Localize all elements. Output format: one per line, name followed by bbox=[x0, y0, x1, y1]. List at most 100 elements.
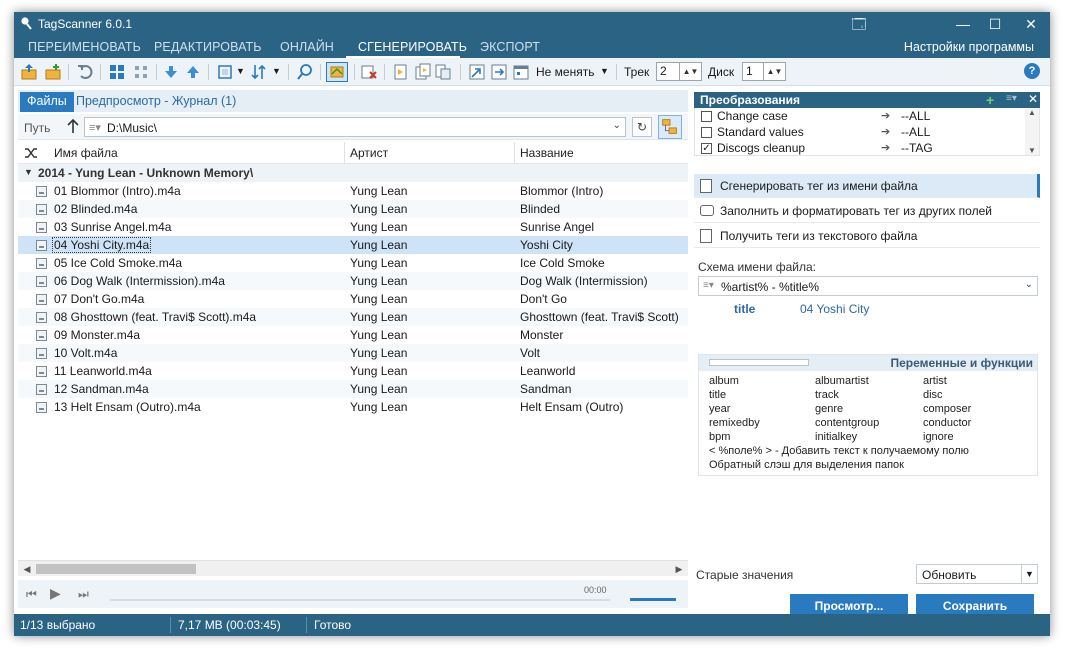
snap-icon[interactable]: 🗔 bbox=[844, 14, 874, 34]
next-icon[interactable]: ⏭ bbox=[78, 587, 89, 602]
action-tags-from-textfile[interactable]: Получить теги из текстового файла bbox=[694, 224, 1040, 248]
converter-checkbox[interactable] bbox=[701, 127, 712, 138]
table-row[interactable]: 02 Blinded.m4a Yung Lean Blinded bbox=[18, 200, 688, 218]
column-title[interactable]: Название bbox=[520, 146, 574, 160]
chevron-down-icon[interactable]: ▼ bbox=[1021, 565, 1037, 583]
generate-tag-active-icon[interactable] bbox=[326, 62, 348, 82]
column-divider[interactable] bbox=[514, 142, 515, 164]
shuffle-icon[interactable] bbox=[24, 146, 38, 160]
settings-link[interactable]: Настройки программы bbox=[904, 40, 1034, 54]
open-folder-up-icon[interactable] bbox=[20, 63, 38, 81]
table-row[interactable]: 09 Monster.m4a Yung Lean Monster bbox=[18, 326, 688, 344]
refresh-button[interactable]: ↻ bbox=[632, 117, 652, 137]
move-up-icon[interactable] bbox=[184, 63, 202, 81]
tag-copy-icon[interactable] bbox=[414, 63, 432, 81]
scroll-up-icon[interactable]: ▲ bbox=[1025, 108, 1039, 117]
move-down-icon[interactable] bbox=[162, 63, 180, 81]
converter-item[interactable]: Standard values ➔ --ALL bbox=[695, 124, 1025, 140]
converter-checkbox[interactable]: ✓ bbox=[701, 143, 712, 154]
caret-down-icon[interactable]: ▼ bbox=[24, 167, 33, 177]
grid-small-icon[interactable] bbox=[132, 63, 150, 81]
grid-large-icon[interactable] bbox=[108, 63, 126, 81]
variable-item[interactable]: disc bbox=[923, 389, 943, 401]
variable-item[interactable]: genre bbox=[815, 403, 843, 415]
scroll-left-icon[interactable]: ◀ bbox=[20, 562, 34, 576]
menu-export[interactable]: ЭКСПОРТ bbox=[480, 40, 540, 54]
tag-file-icon[interactable] bbox=[392, 63, 410, 81]
disc-spinner[interactable]: 1 ▲▼ bbox=[742, 62, 786, 81]
table-row[interactable]: 10 Volt.m4a Yung Lean Volt bbox=[18, 344, 688, 362]
horizontal-scrollbar[interactable]: ◀ ▶ bbox=[18, 560, 688, 576]
column-artist[interactable]: Артист bbox=[350, 146, 388, 160]
converters-scrollbar[interactable]: ▲ ▼ bbox=[1025, 108, 1039, 155]
variable-item[interactable]: year bbox=[709, 403, 730, 415]
tab-files[interactable]: Файлы bbox=[20, 92, 74, 112]
menu-icon[interactable]: ≡▾ bbox=[1006, 93, 1017, 104]
folder-tree-button[interactable] bbox=[658, 115, 682, 139]
scroll-right-icon[interactable]: ▶ bbox=[672, 562, 686, 576]
folder-group-row[interactable]: ▼ 2014 - Yung Lean - Unknown Memory\ bbox=[18, 164, 688, 182]
scroll-down-icon[interactable]: ▼ bbox=[1025, 146, 1039, 155]
sort-icon[interactable] bbox=[250, 63, 268, 81]
variable-item[interactable]: track bbox=[815, 389, 839, 401]
table-row[interactable]: 11 Leanworld.m4a Yung Lean Leanworld bbox=[18, 362, 688, 380]
column-divider[interactable] bbox=[344, 142, 345, 164]
menu-generate[interactable]: СГЕНЕРИРОВАТЬ bbox=[358, 40, 467, 54]
spinner-arrows-icon[interactable]: ▲▼ bbox=[763, 63, 785, 80]
variable-item[interactable]: albumartist bbox=[815, 375, 869, 387]
variable-item[interactable]: remixedby bbox=[709, 417, 760, 429]
remove-tag-icon[interactable] bbox=[360, 63, 378, 81]
menu-rename[interactable]: ПЕРЕИМЕНОВАТЬ bbox=[28, 40, 141, 54]
table-row[interactable]: 01 Blommor (Intro).m4a Yung Lean Blommor (… bbox=[18, 182, 688, 200]
add-folder-icon[interactable] bbox=[44, 63, 62, 81]
converter-item[interactable]: Change case ➔ --ALL bbox=[695, 108, 1025, 124]
chevron-down-icon[interactable]: ▼ bbox=[600, 66, 609, 76]
old-values-select[interactable]: Обновить ▼ bbox=[916, 564, 1038, 584]
scroll-thumb[interactable] bbox=[36, 564, 196, 574]
chevron-down-icon[interactable]: ▼ bbox=[272, 66, 281, 76]
variable-item[interactable]: initialkey bbox=[815, 431, 857, 443]
table-row[interactable]: 07 Don't Go.m4a Yung Lean Don't Go bbox=[18, 290, 688, 308]
table-row[interactable]: 12 Sandman.m4a Yung Lean Sandman bbox=[18, 380, 688, 398]
table-row[interactable]: 04 Yoshi City.m4a Yung Lean Yoshi City bbox=[18, 236, 688, 254]
volume-slider[interactable] bbox=[630, 598, 676, 601]
undo-icon[interactable] bbox=[76, 63, 94, 81]
variables-filter-input[interactable] bbox=[709, 359, 809, 366]
path-input[interactable]: ≡▾ D:\Music\ ⌄ bbox=[84, 117, 626, 137]
chevron-down-icon[interactable]: ▼ bbox=[236, 66, 245, 76]
maximize-button[interactable]: ☐ bbox=[980, 14, 1010, 34]
export-icon[interactable] bbox=[490, 63, 508, 81]
variable-item[interactable]: conductor bbox=[923, 417, 971, 429]
table-row[interactable]: 13 Helt Ensam (Outro).m4a Yung Lean Helt E… bbox=[18, 398, 688, 416]
close-button[interactable]: ✕ bbox=[1016, 14, 1046, 34]
converter-item[interactable]: ✓ Discogs cleanup ➔ --TAG bbox=[695, 140, 1025, 156]
variable-item[interactable]: composer bbox=[923, 403, 971, 415]
table-row[interactable]: 05 Ice Cold Smoke.m4a Yung Lean Ice Cold S… bbox=[18, 254, 688, 272]
variable-item[interactable]: album bbox=[709, 375, 739, 387]
variable-item[interactable]: bpm bbox=[709, 431, 730, 443]
import-icon[interactable] bbox=[468, 63, 486, 81]
variable-item[interactable]: ignore bbox=[923, 431, 954, 443]
variable-item[interactable]: contentgroup bbox=[815, 417, 879, 429]
converter-checkbox[interactable] bbox=[701, 111, 712, 122]
spinner-arrows-icon[interactable]: ▲▼ bbox=[679, 63, 701, 80]
search-icon[interactable] bbox=[296, 63, 314, 81]
tab-preview-log[interactable]: Предпросмотр - Журнал (1) bbox=[76, 94, 236, 108]
help-icon[interactable]: ? bbox=[1024, 63, 1040, 79]
play-icon[interactable]: ▶ bbox=[50, 585, 61, 602]
table-row[interactable]: 06 Dog Walk (Intermission).m4a Yung Lean D… bbox=[18, 272, 688, 290]
variable-item[interactable]: artist bbox=[923, 375, 947, 387]
column-filename[interactable]: Имя файла bbox=[54, 146, 118, 160]
menu-edit[interactable]: РЕДАКТИРОВАТЬ bbox=[154, 40, 262, 54]
menu-online[interactable]: ОНЛАЙН bbox=[280, 40, 334, 54]
seek-bar[interactable] bbox=[110, 599, 610, 601]
previous-icon[interactable]: ⏮ bbox=[26, 587, 37, 602]
action-fill-from-fields[interactable]: Заполнить и форматировать тег из других … bbox=[694, 199, 1040, 223]
add-icon[interactable]: + bbox=[986, 92, 994, 108]
action-generate-from-filename[interactable]: Сгенерировать тег из имени файла bbox=[694, 174, 1040, 198]
scheme-input[interactable]: ≡▾ %artist% - %title% ⌄ bbox=[698, 276, 1038, 296]
minimize-button[interactable]: — bbox=[948, 14, 978, 34]
arrow-up-icon[interactable] bbox=[66, 118, 80, 134]
table-row[interactable]: 08 Ghosttown (feat. Travi$ Scott).m4a Yun… bbox=[18, 308, 688, 326]
chevron-down-icon[interactable]: ⌄ bbox=[1025, 279, 1033, 290]
